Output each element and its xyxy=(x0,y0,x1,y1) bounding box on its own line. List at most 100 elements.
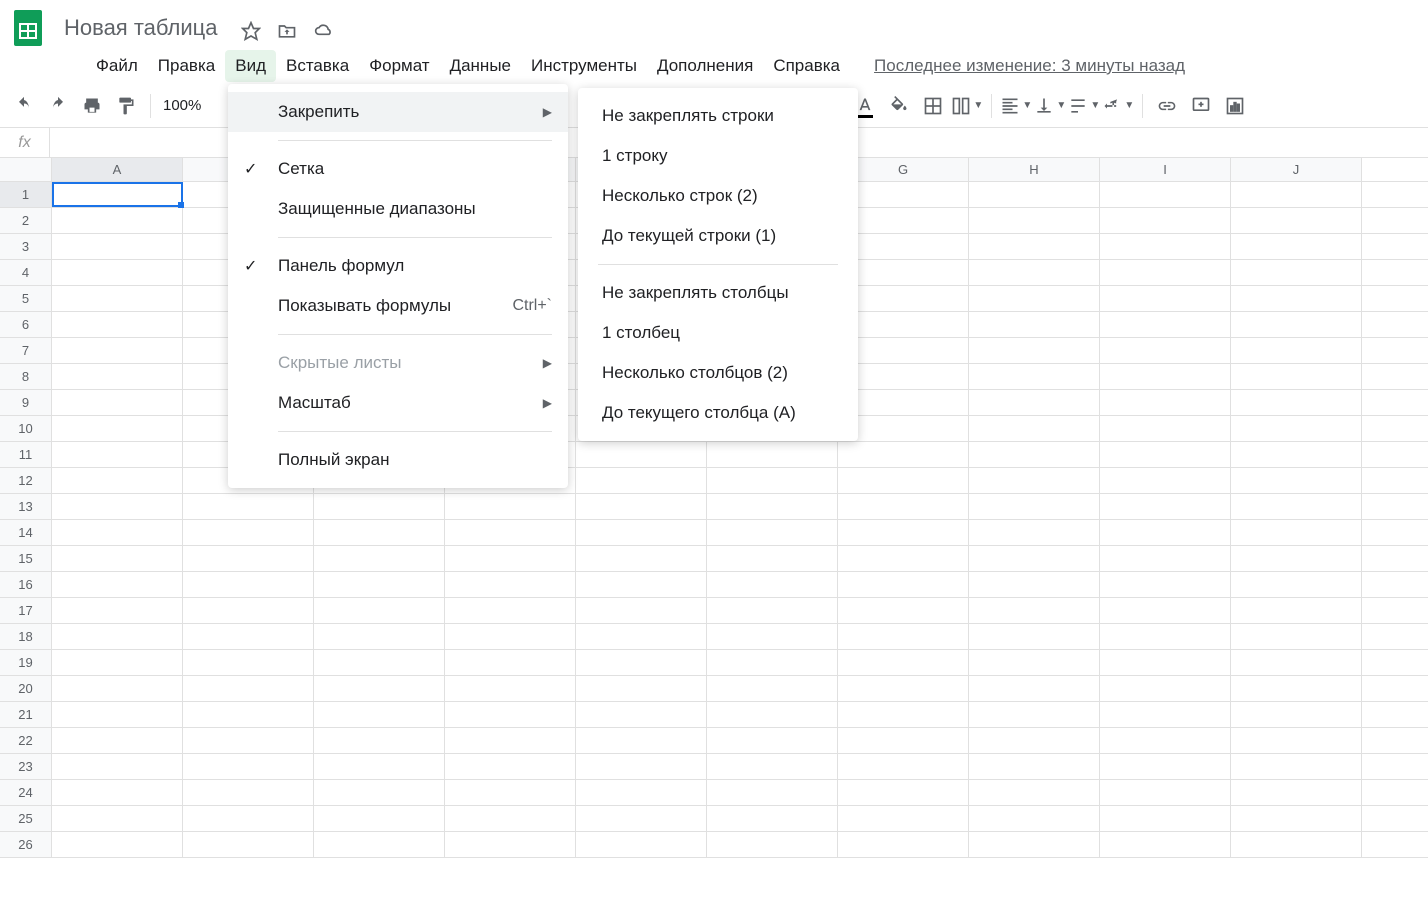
cell[interactable] xyxy=(576,806,707,831)
cell[interactable] xyxy=(969,390,1100,415)
cell[interactable] xyxy=(707,702,838,727)
cell[interactable] xyxy=(445,598,576,623)
cell[interactable] xyxy=(183,780,314,805)
cell[interactable] xyxy=(314,494,445,519)
row-header[interactable]: 10 xyxy=(0,416,52,441)
row-header[interactable]: 24 xyxy=(0,780,52,805)
cell[interactable] xyxy=(1100,650,1231,675)
cell[interactable] xyxy=(314,676,445,701)
cell[interactable] xyxy=(1231,650,1362,675)
cell[interactable] xyxy=(314,572,445,597)
cell[interactable] xyxy=(576,572,707,597)
cell[interactable] xyxy=(1231,546,1362,571)
row-header[interactable]: 2 xyxy=(0,208,52,233)
cell[interactable] xyxy=(445,572,576,597)
cell[interactable] xyxy=(1231,494,1362,519)
cell[interactable] xyxy=(838,702,969,727)
menu-freeze[interactable]: Закрепить▶ xyxy=(228,92,568,132)
cell[interactable] xyxy=(1100,468,1231,493)
cell[interactable] xyxy=(969,780,1100,805)
cell[interactable] xyxy=(1231,520,1362,545)
cloud-icon[interactable] xyxy=(313,21,335,41)
row-header[interactable]: 9 xyxy=(0,390,52,415)
cell[interactable] xyxy=(576,494,707,519)
cell[interactable] xyxy=(314,832,445,857)
menu-gridlines[interactable]: ✓Сетка xyxy=(228,149,568,189)
cell[interactable] xyxy=(183,650,314,675)
cell[interactable] xyxy=(52,338,183,363)
cell[interactable] xyxy=(838,832,969,857)
cell[interactable] xyxy=(1231,286,1362,311)
cell[interactable] xyxy=(969,442,1100,467)
cell[interactable] xyxy=(314,702,445,727)
row-header[interactable]: 8 xyxy=(0,364,52,389)
zoom-value[interactable]: 100% xyxy=(159,97,205,114)
cell[interactable] xyxy=(576,650,707,675)
cell[interactable] xyxy=(52,494,183,519)
cell[interactable] xyxy=(183,598,314,623)
row-header[interactable]: 11 xyxy=(0,442,52,467)
freeze-to-current-row[interactable]: До текущей строки (1) xyxy=(578,216,858,256)
cell[interactable] xyxy=(1231,676,1362,701)
row-header[interactable]: 14 xyxy=(0,520,52,545)
col-header-j[interactable]: J xyxy=(1231,158,1362,181)
cell[interactable] xyxy=(445,624,576,649)
cell[interactable] xyxy=(52,312,183,337)
cell[interactable] xyxy=(1231,312,1362,337)
cell[interactable] xyxy=(1100,754,1231,779)
cell[interactable] xyxy=(183,520,314,545)
star-icon[interactable] xyxy=(241,21,261,41)
cell[interactable] xyxy=(1100,208,1231,233)
row-header[interactable]: 19 xyxy=(0,650,52,675)
cell[interactable] xyxy=(1100,520,1231,545)
cell[interactable] xyxy=(707,754,838,779)
cell[interactable] xyxy=(969,312,1100,337)
cell[interactable] xyxy=(1100,234,1231,259)
cell[interactable] xyxy=(183,806,314,831)
cell[interactable] xyxy=(52,780,183,805)
cell[interactable] xyxy=(838,442,969,467)
move-icon[interactable] xyxy=(277,21,297,41)
cell[interactable] xyxy=(1100,676,1231,701)
cell[interactable] xyxy=(1231,442,1362,467)
cell[interactable] xyxy=(445,650,576,675)
cell[interactable] xyxy=(576,598,707,623)
menu-file[interactable]: Файл xyxy=(86,50,148,82)
cell[interactable] xyxy=(52,390,183,415)
menu-view[interactable]: Вид xyxy=(225,50,276,82)
cell[interactable] xyxy=(969,208,1100,233)
doc-title[interactable]: Новая таблица xyxy=(56,13,225,43)
cell[interactable] xyxy=(52,260,183,285)
cell[interactable] xyxy=(1231,208,1362,233)
cell[interactable] xyxy=(707,598,838,623)
row-header[interactable]: 22 xyxy=(0,728,52,753)
menu-edit[interactable]: Правка xyxy=(148,50,225,82)
cell[interactable] xyxy=(52,442,183,467)
cell[interactable] xyxy=(1100,546,1231,571)
cell[interactable] xyxy=(1231,572,1362,597)
cell[interactable] xyxy=(183,494,314,519)
cell[interactable] xyxy=(707,650,838,675)
cell[interactable] xyxy=(969,494,1100,519)
cell[interactable] xyxy=(969,364,1100,389)
cell[interactable] xyxy=(969,182,1100,207)
row-header[interactable]: 16 xyxy=(0,572,52,597)
cell[interactable] xyxy=(1231,234,1362,259)
cell[interactable] xyxy=(445,728,576,753)
cell[interactable] xyxy=(183,572,314,597)
cell[interactable] xyxy=(183,728,314,753)
cell[interactable] xyxy=(838,572,969,597)
col-header-i[interactable]: I xyxy=(1100,158,1231,181)
cell[interactable] xyxy=(838,546,969,571)
cell[interactable] xyxy=(1100,416,1231,441)
cell[interactable] xyxy=(1231,806,1362,831)
row-header[interactable]: 23 xyxy=(0,754,52,779)
menu-data[interactable]: Данные xyxy=(440,50,521,82)
row-header[interactable]: 12 xyxy=(0,468,52,493)
cell[interactable] xyxy=(576,832,707,857)
cell[interactable] xyxy=(838,520,969,545)
cell[interactable] xyxy=(1231,390,1362,415)
cell[interactable] xyxy=(1100,832,1231,857)
cell[interactable] xyxy=(52,676,183,701)
cell[interactable] xyxy=(969,806,1100,831)
